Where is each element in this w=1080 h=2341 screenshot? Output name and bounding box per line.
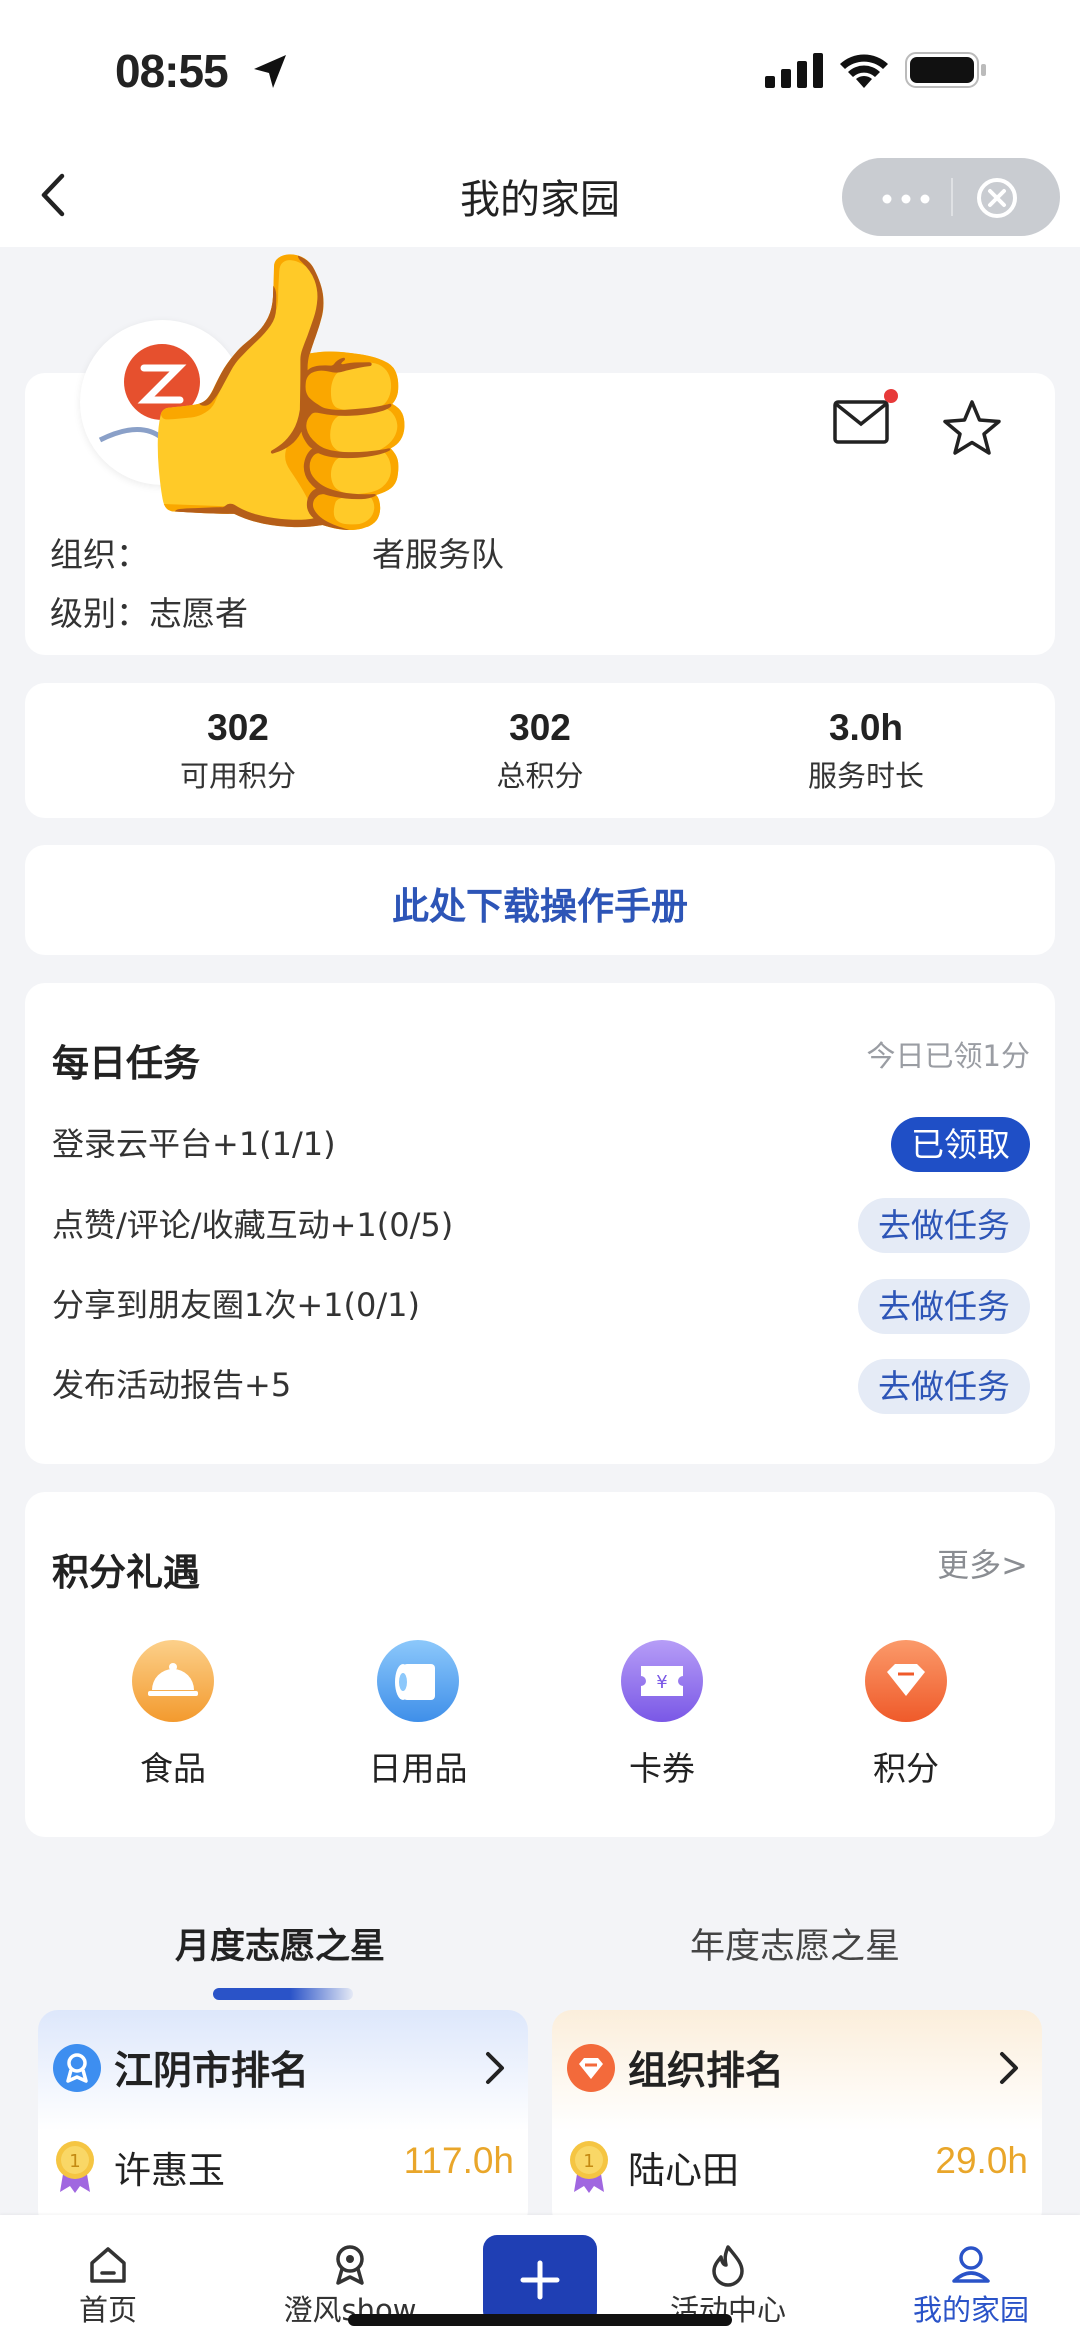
task-label: 登录云平台+1(1/1)	[52, 1125, 336, 1163]
stat-label: 总积分	[496, 759, 584, 793]
medal-icon	[336, 2245, 364, 2285]
first-place-medal-icon: 1	[56, 2141, 94, 2193]
org-label: 组织：	[50, 535, 149, 574]
ranking-top-name: 许惠玉	[114, 2149, 225, 2192]
ranking-badge-icon	[567, 2044, 615, 2092]
more-link[interactable]: 更多>	[937, 1540, 1028, 1586]
stat-value: 302	[509, 707, 571, 748]
task-label: 点赞/评论/收藏互动+1(0/5)	[52, 1206, 454, 1244]
ranking-top-name: 陆心田	[628, 2149, 739, 2192]
tab-label: 首页	[78, 2293, 137, 2327]
stat-label: 可用积分	[179, 759, 296, 793]
chevron-right-icon	[1000, 2052, 1018, 2084]
first-place-medal-icon: 1	[570, 2141, 608, 2193]
wifi-icon	[840, 54, 888, 88]
svg-text:1: 1	[583, 2151, 594, 2172]
svg-text:¥: ¥	[656, 1672, 667, 1693]
level-value: 志愿者	[149, 594, 248, 633]
thumbs-up-sticker-icon: 👍	[112, 236, 442, 544]
org-ranking-card[interactable]: 组织排名 1 陆心田 29.0h	[552, 2010, 1042, 2230]
star-icon[interactable]	[942, 399, 1002, 457]
home-indicator[interactable]	[348, 2314, 732, 2326]
publish-plus-button[interactable]	[483, 2235, 597, 2325]
task-do-button[interactable]: 去做任务	[858, 1279, 1030, 1334]
tab-my-home[interactable]: 我的家园	[871, 2243, 1071, 2329]
ranking-top-hours: 117.0h	[403, 2140, 514, 2181]
points-gifts-card: 积分礼遇 更多> 食品 日用品 ¥ 卡券 积分	[25, 1492, 1055, 1837]
level-label: 级别：	[50, 594, 149, 633]
gift-label: 积分	[873, 1749, 939, 1788]
task-label: 发布活动报告+5	[52, 1366, 292, 1404]
stat-service-hours[interactable]: 3.0h 服务时长	[716, 707, 1016, 795]
daily-tasks-title: 每日任务	[52, 1042, 200, 1085]
task-do-button[interactable]: 去做任务	[858, 1198, 1030, 1253]
flame-icon	[712, 2245, 744, 2287]
stat-value: 302	[207, 707, 269, 748]
svg-text:1: 1	[69, 2151, 80, 2172]
status-bar: 08:55	[0, 0, 1080, 145]
tab-monthly-star[interactable]: 月度志愿之星	[175, 1918, 385, 1969]
gift-category-daily-goods[interactable]: 日用品	[338, 1640, 498, 1790]
gift-label: 卡券	[629, 1749, 695, 1788]
daily-tasks-card: 每日任务 今日已领1分 登录云平台+1(1/1) 已领取 点赞/评论/收藏互动+…	[25, 983, 1055, 1464]
gift-label: 日用品	[368, 1749, 468, 1788]
stat-total-points[interactable]: 302 总积分	[390, 707, 690, 795]
tissue-roll-icon	[377, 1640, 459, 1722]
today-points-status: 今日已领1分	[866, 1039, 1030, 1073]
manual-download-label: 此处下载操作手册	[392, 885, 688, 928]
battery-icon	[905, 52, 986, 88]
stats-card: 302 可用积分 302 总积分 3.0h 服务时长	[25, 683, 1055, 818]
plus-icon	[520, 2260, 560, 2300]
ranking-title: 组织排名	[628, 2049, 785, 2094]
gift-category-food[interactable]: 食品	[93, 1640, 253, 1790]
tab-yearly-star[interactable]: 年度志愿之星	[690, 1918, 900, 1969]
capsule-divider	[951, 178, 953, 216]
stat-label: 服务时长	[807, 759, 924, 793]
location-arrow-icon	[254, 55, 286, 88]
tab-label: 我的家园	[912, 2293, 1029, 2327]
gift-category-coupons[interactable]: ¥ 卡券	[582, 1640, 742, 1790]
status-time: 08:55	[115, 45, 229, 97]
level-row: 级别：志愿者	[50, 587, 248, 635]
diamond-points-icon	[865, 1640, 947, 1722]
nav-bar: 我的家园	[0, 145, 1080, 247]
stat-available-points[interactable]: 302 可用积分	[88, 707, 388, 795]
home-icon	[90, 2247, 126, 2283]
tab-indicator	[213, 1988, 353, 2000]
mail-icon[interactable]	[833, 400, 889, 444]
miniprogram-capsule	[842, 158, 1060, 236]
user-icon	[952, 2246, 990, 2283]
task-claimed-button[interactable]: 已领取	[891, 1117, 1030, 1172]
task-do-button[interactable]: 去做任务	[858, 1359, 1030, 1414]
food-cloche-icon	[132, 1640, 214, 1722]
ranking-badge-icon	[53, 2044, 101, 2092]
stat-value: 3.0h	[828, 707, 904, 748]
manual-download-button[interactable]: 此处下载操作手册	[25, 845, 1055, 955]
ranking-title: 江阴市排名	[114, 2049, 310, 2094]
city-ranking-card[interactable]: 江阴市排名 1 许惠玉 117.0h	[38, 2010, 528, 2230]
close-icon[interactable]	[975, 176, 1019, 220]
unread-dot	[884, 389, 898, 403]
cellular-signal-icon	[765, 53, 823, 88]
gift-category-points[interactable]: 积分	[826, 1640, 986, 1790]
ranking-top-hours: 29.0h	[935, 2140, 1028, 2181]
org-value: 者服务队	[372, 535, 504, 574]
points-gifts-title: 积分礼遇	[52, 1551, 200, 1594]
coupon-icon: ¥	[621, 1640, 703, 1722]
more-icon[interactable]	[882, 194, 930, 204]
chevron-right-icon	[486, 2052, 504, 2084]
task-label: 分享到朋友圈1次+1(0/1)	[52, 1286, 421, 1324]
gift-label: 食品	[140, 1749, 206, 1788]
tab-home[interactable]: 首页	[8, 2243, 208, 2329]
